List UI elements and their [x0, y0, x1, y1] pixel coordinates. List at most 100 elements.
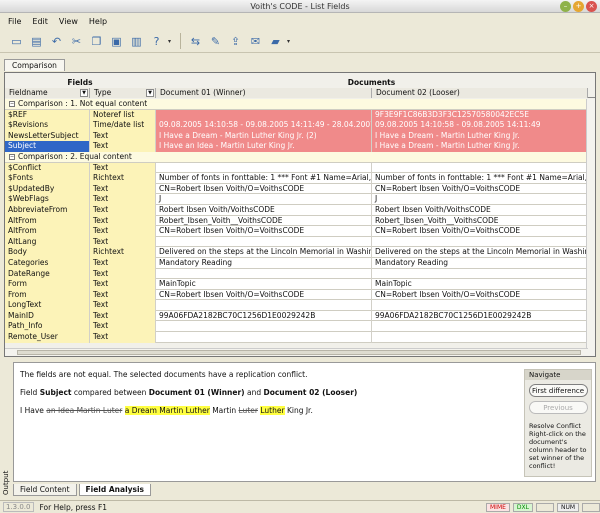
cell-d2[interactable]	[372, 236, 588, 248]
cell-type[interactable]: Text	[90, 130, 156, 142]
column-header-fieldname[interactable]: Fieldname ▼	[5, 88, 90, 98]
table-row[interactable]: MainID Text 99A06FDA2182BC70C1256D1E002924…	[5, 310, 588, 322]
cell-d2[interactable]: J	[372, 194, 588, 205]
cell-name[interactable]: AltFrom	[5, 226, 90, 237]
table-row[interactable]: $Revisions Time/date list 09.08.2005 14:10…	[5, 120, 588, 131]
cell-d1[interactable]	[156, 332, 372, 343]
cell-d2[interactable]: Number of fonts in fonttable: 1 *** Font…	[372, 173, 588, 184]
cell-d2[interactable]	[372, 162, 588, 174]
cell-type[interactable]: Text	[90, 257, 156, 269]
cell-d1[interactable]: 09.08.2005 14:10:58 - 09.08.2005 14:11:4…	[156, 120, 372, 131]
cut-icon[interactable]: ✂	[68, 33, 85, 50]
export-icon[interactable]: ⇪	[227, 33, 244, 50]
cell-d2[interactable]: Delivered on the steps at the Lincoln Me…	[372, 247, 588, 258]
cell-type[interactable]: Text	[90, 268, 156, 280]
menu-file[interactable]: File	[8, 17, 21, 26]
previous-button[interactable]: Previous	[528, 401, 588, 414]
tab-field-content[interactable]: Field Content	[13, 484, 77, 496]
table-row[interactable]: AltFrom Text Robert_Ibsen_Voith__VoithsCOD…	[5, 215, 588, 227]
cell-name[interactable]: From	[5, 289, 90, 301]
group-row[interactable]: − Comparison : 2. Equal content	[5, 151, 588, 163]
cell-d2[interactable]: CN=Robert Ibsen Voith/O=VoithsCODE	[372, 226, 588, 237]
cell-name[interactable]: $REF	[5, 109, 90, 121]
cell-name[interactable]: DateRange	[5, 268, 90, 280]
chevron-down-icon[interactable]: ▼	[80, 89, 88, 97]
cell-d2[interactable]: 09.08.2005 14:10:58 - 09.08.2005 14:11:4…	[372, 120, 588, 131]
comparison-grid[interactable]: Fields Documents Fieldname ▼ Type ▼ Docume…	[4, 72, 596, 357]
cell-type[interactable]: Text	[90, 204, 156, 216]
table-row[interactable]: $WebFlags Text J J	[5, 194, 588, 205]
cell-d1[interactable]	[156, 109, 372, 121]
compare-icon[interactable]: ⇆	[187, 33, 204, 50]
cell-d2[interactable]: CN=Robert Ibsen Voith/O=VoithsCODE	[372, 289, 588, 301]
cell-d2[interactable]	[372, 321, 588, 333]
cell-type[interactable]: Text	[90, 332, 156, 343]
table-row[interactable]: Subject Text I Have an Idea - Martin Luter…	[5, 141, 588, 152]
cell-name[interactable]: $WebFlags	[5, 194, 90, 205]
cell-name[interactable]: Categories	[5, 257, 90, 269]
tab-field-analysis[interactable]: Field Analysis	[78, 484, 152, 496]
cell-d1[interactable]: Number of fonts in fonttable: 1 *** Font…	[156, 173, 372, 184]
cell-name[interactable]: $Fonts	[5, 173, 90, 184]
cell-d1[interactable]	[156, 268, 372, 280]
table-row[interactable]: From Text CN=Robert Ibsen Voith/O=VoithsCO…	[5, 289, 588, 301]
documents-group-header[interactable]: Documents	[155, 78, 588, 87]
tools-dropdown-icon[interactable]: ▾	[287, 38, 293, 45]
page-icon[interactable]: ▥	[128, 33, 145, 50]
cell-type[interactable]: Text	[90, 279, 156, 290]
menu-help[interactable]: Help	[89, 17, 107, 26]
cell-d1[interactable]	[156, 236, 372, 248]
cell-name[interactable]: $Revisions	[5, 120, 90, 131]
scroll-thumb[interactable]	[17, 350, 581, 355]
cell-d1[interactable]	[156, 321, 372, 333]
cell-type[interactable]: Text	[90, 321, 156, 333]
cell-d1[interactable]: I Have a Dream - Martin Luther King Jr. …	[156, 130, 372, 142]
help-icon[interactable]: ?	[148, 33, 165, 50]
cell-d2[interactable]: MainTopic	[372, 279, 588, 290]
table-row[interactable]: Categories Text Mandatory Reading Mandatory…	[5, 257, 588, 269]
cell-d1[interactable]: Robert_Ibsen_Voith__VoithsCODE	[156, 215, 372, 227]
chevron-down-icon[interactable]: ▼	[146, 89, 154, 97]
cell-name[interactable]: Subject	[5, 141, 90, 152]
cell-d2[interactable]	[372, 332, 588, 343]
table-row[interactable]: $Fonts Richtext Number of fonts in fonttab…	[5, 173, 588, 184]
cell-name[interactable]: LongText	[5, 300, 90, 311]
cell-name[interactable]: Remote_User	[5, 332, 90, 343]
cell-type[interactable]: Text	[90, 183, 156, 195]
cell-d1[interactable]: 99A06FDA2182BC70C1256D1E0029242B	[156, 310, 372, 322]
cell-type[interactable]: Text	[90, 236, 156, 248]
group-row[interactable]: − Comparison : 1. Not equal content	[5, 99, 588, 110]
column-header-type[interactable]: Type ▼	[90, 88, 156, 98]
maximize-button[interactable]: +	[573, 1, 584, 12]
table-row[interactable]: DateRange Text	[5, 268, 588, 280]
table-row[interactable]: Form Text MainTopic MainTopic	[5, 279, 588, 290]
minimize-button[interactable]: –	[560, 1, 571, 12]
table-row[interactable]: AltLang Text	[5, 236, 588, 248]
folder-icon[interactable]: ▰	[267, 33, 284, 50]
edit-icon[interactable]: ✎	[207, 33, 224, 50]
table-row[interactable]: $Conflict Text	[5, 162, 588, 174]
cell-type[interactable]: Text	[90, 162, 156, 174]
cell-d1[interactable]	[156, 162, 372, 174]
first-difference-button[interactable]: First difference	[528, 384, 588, 397]
undo-icon[interactable]: ↶	[48, 33, 65, 50]
cell-d1[interactable]: MainTopic	[156, 279, 372, 290]
cell-d2[interactable]: Robert Ibsen Voith/VoithsCODE	[372, 204, 588, 216]
cell-type[interactable]: Text	[90, 289, 156, 301]
horizontal-scrollbar[interactable]	[5, 348, 588, 356]
cell-d1[interactable]: Robert Ibsen Voith/VoithsCODE	[156, 204, 372, 216]
cell-d2[interactable]: 99A06FDA2182BC70C1256D1E0029242B	[372, 310, 588, 322]
cell-type[interactable]: Richtext	[90, 247, 156, 258]
table-row[interactable]: $REF Noteref list 9F3E9F1C86B3D3F3C1257058…	[5, 109, 588, 121]
table-row[interactable]: AltFrom Text CN=Robert Ibsen Voith/O=Voith…	[5, 226, 588, 237]
cell-name[interactable]: AltFrom	[5, 215, 90, 227]
cell-type[interactable]: Text	[90, 141, 156, 152]
help-dropdown-icon[interactable]: ▾	[168, 38, 174, 45]
cell-d2[interactable]: Robert_Ibsen_Voith__VoithsCODE	[372, 215, 588, 227]
cell-d1[interactable]	[156, 300, 372, 311]
cell-name[interactable]: Body	[5, 247, 90, 258]
cell-d1[interactable]: CN=Robert Ibsen Voith/O=VoithsCODE	[156, 289, 372, 301]
cell-name[interactable]: AbbreviateFrom	[5, 204, 90, 216]
cell-d2[interactable]: Mandatory Reading	[372, 257, 588, 269]
tab-comparison[interactable]: Comparison	[4, 59, 65, 71]
